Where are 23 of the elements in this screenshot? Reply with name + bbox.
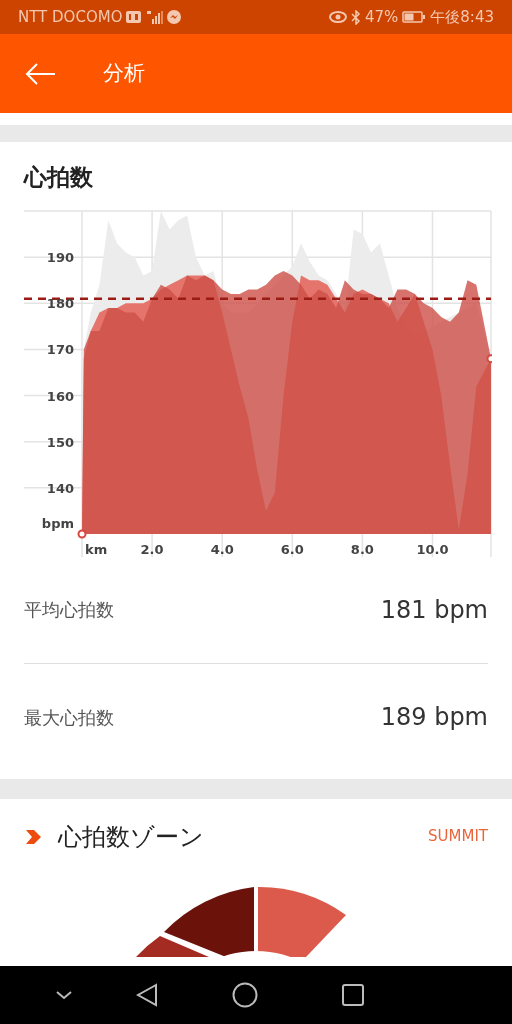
- stat-value: 189 bpm: [380, 702, 488, 733]
- axis-label: 190: [46, 249, 74, 265]
- section-title: 心拍数: [24, 163, 94, 192]
- clock-text: 午後8:43: [430, 6, 494, 28]
- axis-label: 160: [46, 388, 74, 404]
- axis-label: 8.0: [350, 541, 374, 557]
- carrier-text: NTT DOCOMO: [18, 6, 123, 28]
- axis-label: 4.0: [210, 541, 234, 557]
- section-title: 心拍数ゾーン: [58, 821, 204, 853]
- axis-label: 2.0: [140, 541, 164, 557]
- stat-value: 181 bpm: [380, 594, 488, 626]
- axis-label: 10.0: [416, 541, 449, 557]
- axis-label: 150: [46, 434, 74, 450]
- axis-label: 6.0: [280, 541, 304, 557]
- screen-title: 分析: [103, 59, 145, 87]
- axis-title: km: [85, 541, 108, 557]
- stat-label: 最大心拍数: [24, 705, 114, 730]
- stat-label: 平均心拍数: [24, 598, 114, 622]
- axis-label: 180: [46, 295, 74, 311]
- axis-label: 140: [46, 480, 74, 496]
- axis-title: bpm: [41, 515, 74, 531]
- axis-label: 170: [46, 341, 74, 357]
- battery-text: 47%: [364, 6, 399, 28]
